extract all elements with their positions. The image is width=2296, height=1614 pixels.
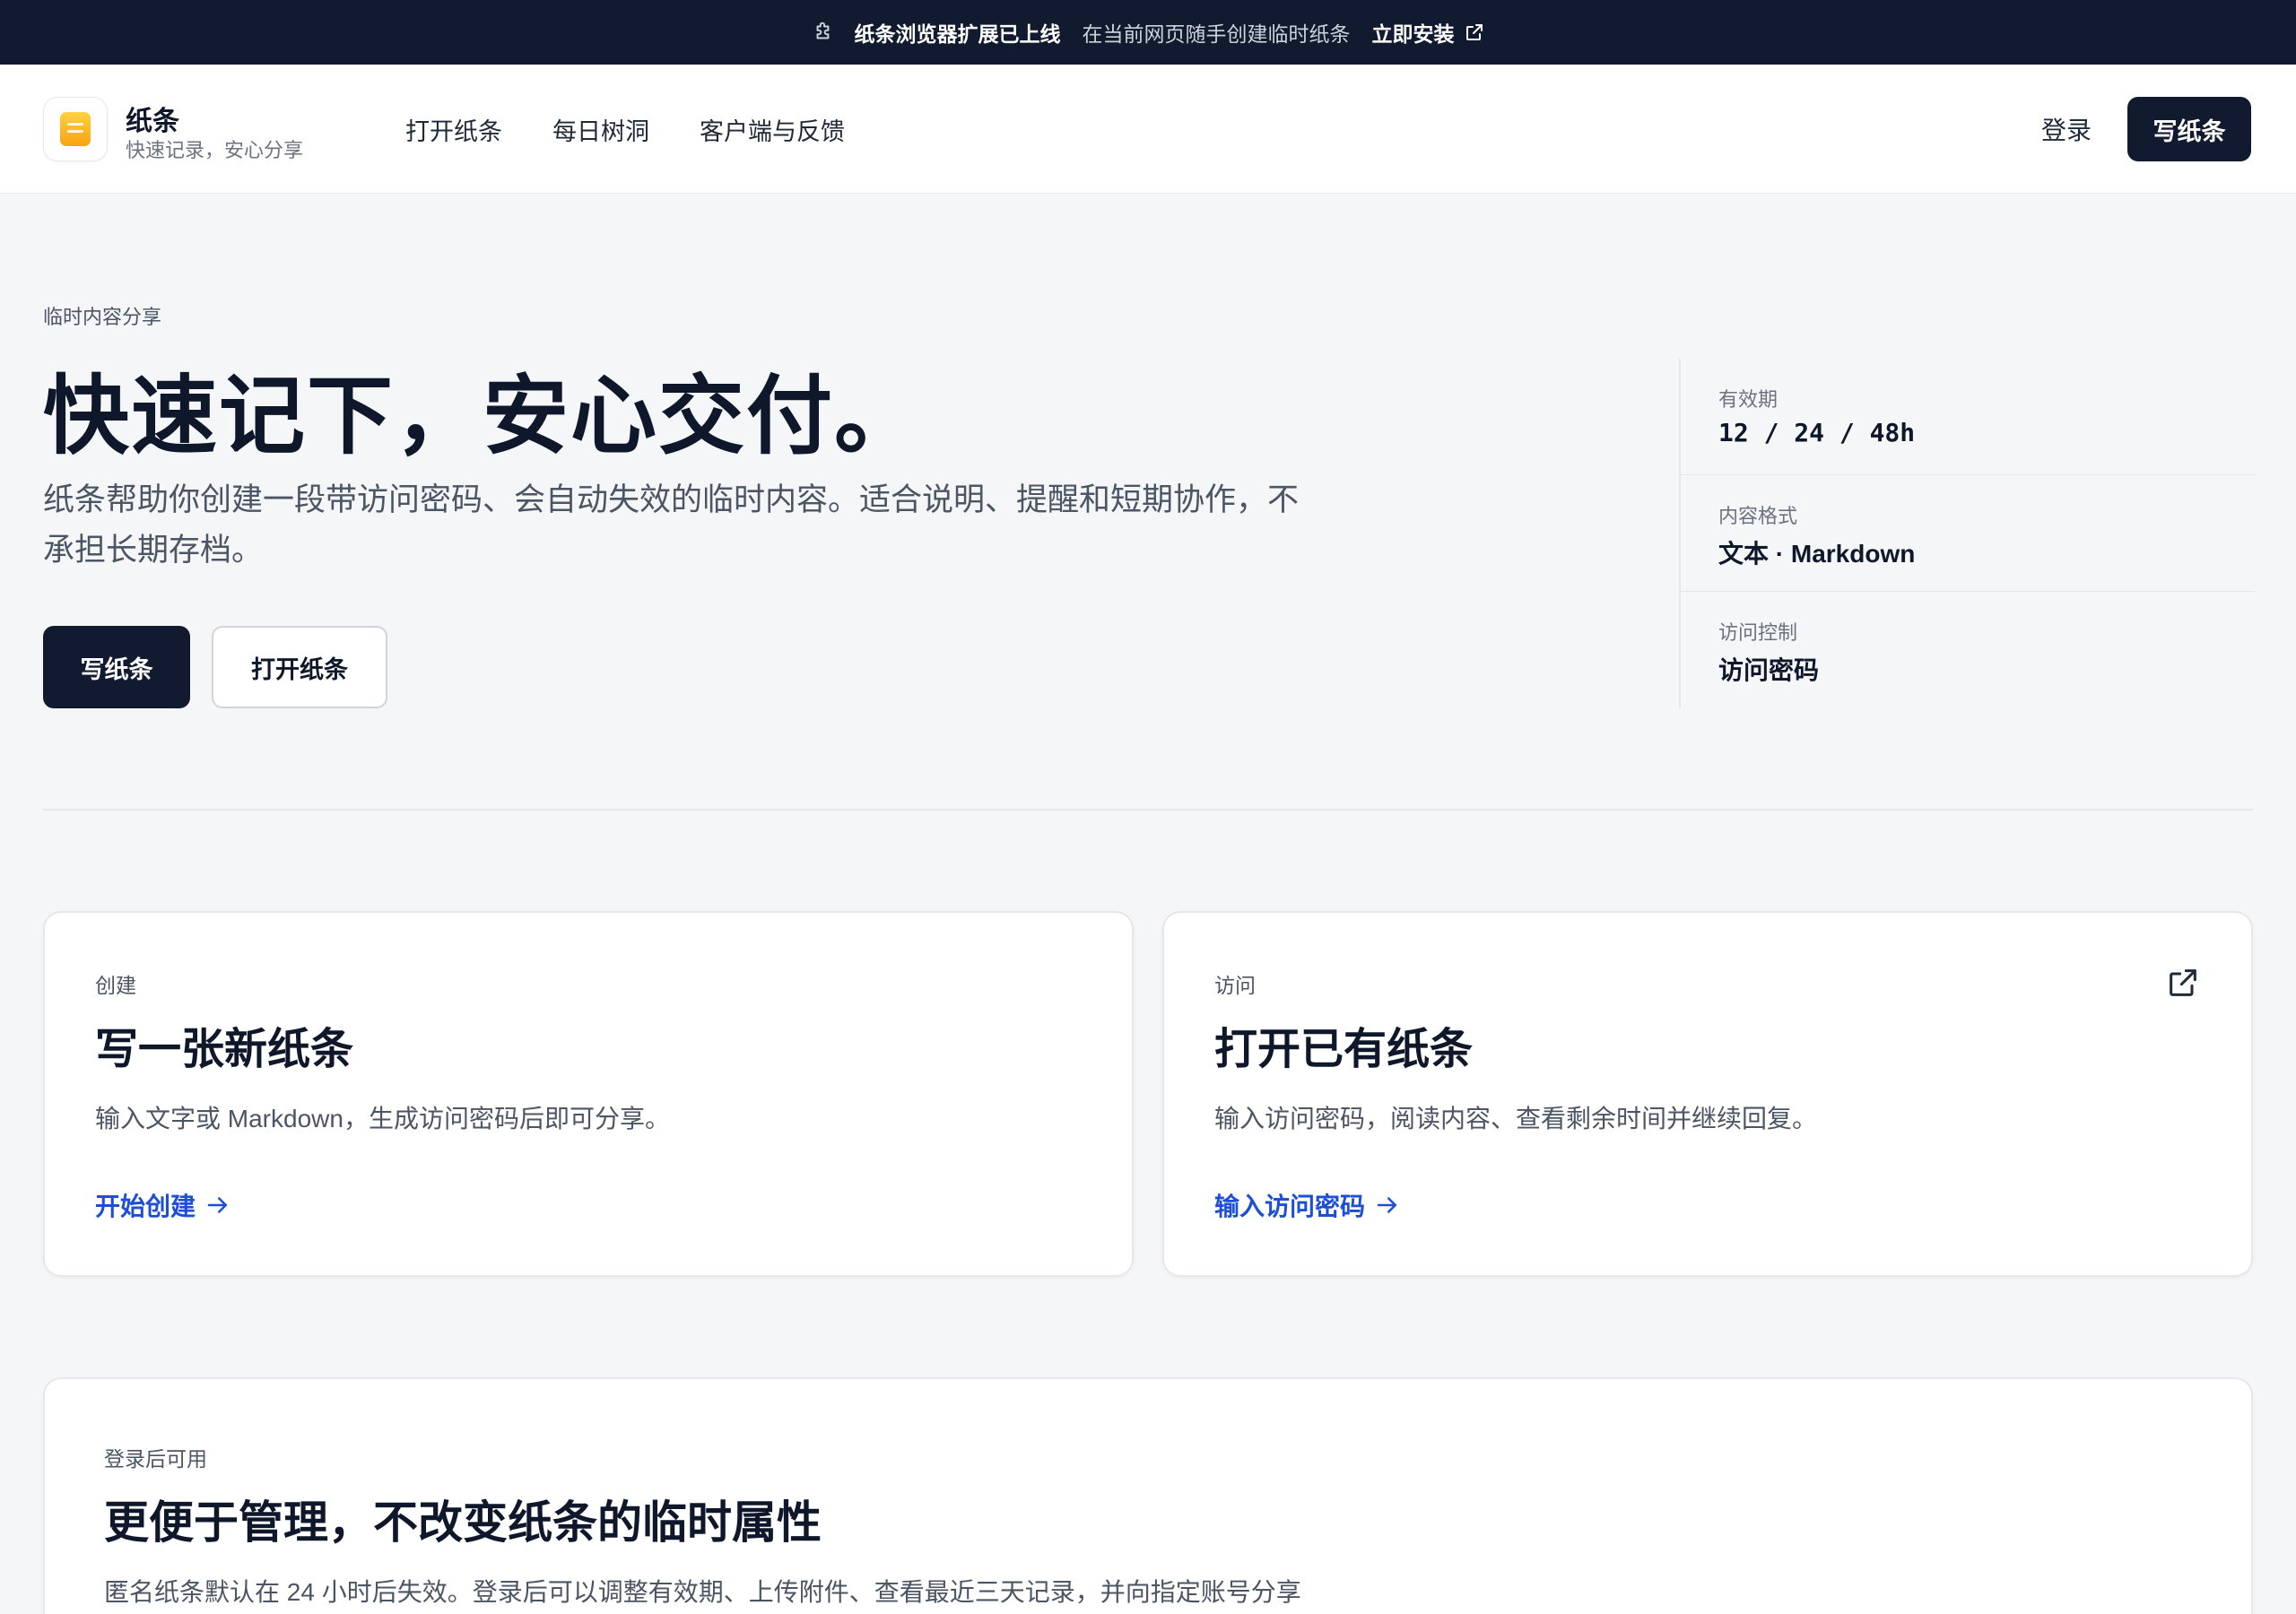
specs-panel: 有效期 12 / 24 / 48h 内容格式 文本 · Markdown 访问控… — [1679, 359, 2255, 708]
spec-validity: 有效期 12 / 24 / 48h — [1681, 359, 2255, 475]
hero-description: 纸条帮助你创建一段带访问密码、会自动失效的临时内容。适合说明、提醒和短期协作，不… — [43, 482, 1300, 568]
start-create-link[interactable]: 开始创建 — [95, 1187, 231, 1223]
spec-label: 内容格式 — [1718, 505, 1798, 527]
nav-client-feedback[interactable]: 客户端与反馈 — [700, 112, 845, 147]
announcement-title: 纸条浏览器扩展已上线 — [854, 22, 1061, 46]
brand-tagline: 快速记录，安心分享 — [126, 139, 304, 161]
logo[interactable] — [43, 97, 108, 161]
nav-open-note[interactable]: 打开纸条 — [405, 112, 502, 147]
enter-password-link[interactable]: 输入访问密码 — [1214, 1187, 1401, 1223]
card-title: 写一张新纸条 — [95, 1026, 354, 1073]
brand-name: 纸条 — [126, 107, 179, 136]
spec-format: 内容格式 文本 · Markdown — [1681, 475, 2255, 592]
section-divider — [43, 809, 2253, 811]
spec-value: 文本 · Markdown — [1718, 540, 1916, 568]
main-nav: 打开纸条 每日树洞 客户端与反馈 — [405, 65, 845, 194]
login-benefits-card: 登录后可用 更便于管理，不改变纸条的临时属性 匿名纸条默认在 24 小时后失效。… — [43, 1377, 2253, 1614]
write-note-button[interactable]: 写纸条 — [2127, 97, 2251, 161]
nav-daily-treehole[interactable]: 每日树洞 — [552, 112, 649, 147]
announcement-text: 在当前网页随手创建临时纸条 — [1082, 22, 1351, 46]
spec-access-control: 访问控制 访问密码 — [1681, 592, 2255, 708]
card-title: 更便于管理，不改变纸条的临时属性 — [104, 1497, 822, 1548]
spec-value: 访问密码 — [1718, 656, 1820, 684]
arrow-right-icon — [1377, 1197, 1397, 1213]
create-card[interactable]: 创建 写一张新纸条 输入文字或 Markdown，生成访问密码后即可分享。 开始… — [43, 911, 1134, 1277]
hero-open-button[interactable]: 打开纸条 — [212, 626, 387, 708]
card-description: 匿名纸条默认在 24 小时后失效。登录后可以调整有效期、上传附件、查看最近三天记… — [104, 1578, 1301, 1606]
card-title: 打开已有纸条 — [1214, 1026, 1474, 1073]
install-link[interactable]: 立即安装 — [1372, 17, 1485, 48]
card-description: 输入文字或 Markdown，生成访问密码后即可分享。 — [95, 1105, 670, 1132]
card-eyebrow: 访问 — [1214, 974, 1256, 997]
card-eyebrow: 登录后可用 — [104, 1447, 207, 1471]
hero-write-button[interactable]: 写纸条 — [43, 626, 190, 708]
spec-label: 有效期 — [1718, 388, 1779, 411]
card-description: 输入访问密码，阅读内容、查看剩余时间并继续回复。 — [1214, 1105, 1818, 1132]
site-header: 纸条 快速记录，安心分享 打开纸条 每日树洞 客户端与反馈 登录 写纸条 — [0, 65, 2296, 194]
external-link-icon[interactable] — [2165, 965, 2201, 1001]
link-label: 输入访问密码 — [1214, 1193, 1366, 1220]
spec-label: 访问控制 — [1718, 621, 1798, 644]
open-card[interactable]: 访问 打开已有纸条 输入访问密码，阅读内容、查看剩余时间并继续回复。 输入访问密… — [1162, 911, 2253, 1277]
external-link-icon — [1465, 24, 1483, 40]
install-label: 立即安装 — [1371, 22, 1455, 46]
announcement-bar: 纸条浏览器扩展已上线 在当前网页随手创建临时纸条 立即安装 — [0, 0, 2296, 65]
arrow-right-icon — [207, 1197, 228, 1213]
note-logo-icon — [60, 112, 91, 146]
login-link[interactable]: 登录 — [2041, 111, 2092, 147]
puzzle-icon — [816, 22, 829, 39]
hero-eyebrow: 临时内容分享 — [43, 306, 162, 328]
card-eyebrow: 创建 — [95, 974, 136, 997]
spec-value: 12 / 24 / 48h — [1718, 418, 1916, 447]
link-label: 开始创建 — [95, 1193, 196, 1220]
hero-title: 快速记下，安心交付。 — [43, 369, 922, 464]
